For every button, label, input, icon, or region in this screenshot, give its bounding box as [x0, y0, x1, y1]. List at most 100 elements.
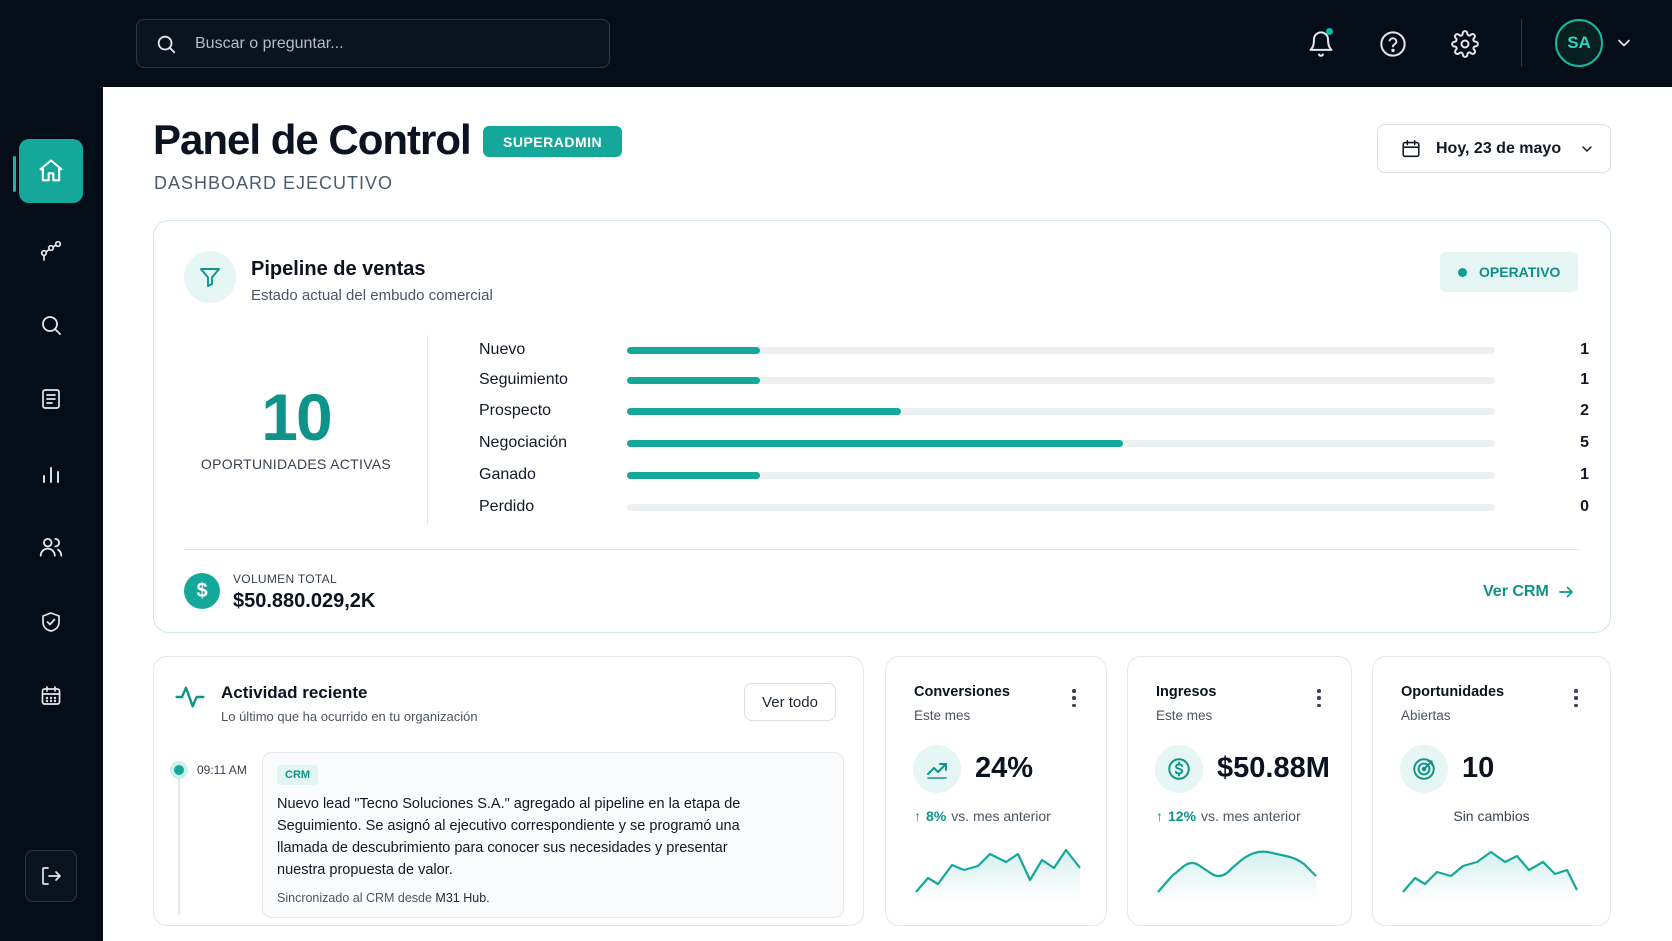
stage-track [627, 376, 1495, 384]
kpi-card-conversions: Conversiones Este mes 24% ↑ 8% vs. mes ant… [885, 656, 1107, 926]
stage-name: Seguimiento [479, 371, 568, 388]
pipeline-title: Pipeline de ventas [251, 258, 426, 280]
timeline-dot [170, 761, 188, 779]
stage-name: Negociación [479, 434, 568, 451]
sidebar-item-documents[interactable] [19, 367, 83, 431]
volume-value: $50.880.029,2K [233, 590, 376, 612]
sidebar [0, 87, 103, 941]
kpi-delta: ↑ 12% vs. mes anterior [1156, 808, 1301, 824]
stage-track [627, 346, 1495, 354]
bell-icon[interactable] [1301, 24, 1341, 64]
pipeline-subtitle: Estado actual del embudo comercial [251, 287, 493, 304]
sidebar-item-home[interactable] [19, 139, 83, 203]
logout-icon [42, 867, 61, 885]
more-options-icon[interactable] [1311, 687, 1327, 709]
funnel-icon [184, 251, 236, 303]
stage-row[interactable]: Prospecto 2 [479, 399, 1589, 423]
search-input[interactable] [195, 34, 575, 53]
activity-icon [175, 686, 205, 708]
arrow-up-icon: ↑ [914, 808, 921, 824]
help-icon[interactable] [1373, 24, 1413, 64]
top-bar: SA [0, 0, 1672, 87]
status-dot [1458, 267, 1467, 277]
kpi-value: $50.88M [1217, 752, 1330, 784]
ver-todo-button[interactable]: Ver todo [744, 683, 836, 721]
kpi-subtitle: Este mes [1156, 708, 1213, 723]
kpi-title: Ingresos [1156, 684, 1217, 700]
total-opportunities: 10 [261, 380, 332, 454]
stage-row[interactable]: Seguimiento 1 [479, 368, 1589, 392]
arrow-right-icon [1558, 586, 1573, 598]
sidebar-item-search[interactable] [19, 293, 83, 357]
sidebar-item-security[interactable] [19, 590, 83, 654]
ver-crm-link[interactable]: Ver CRM [1483, 583, 1575, 601]
page-title: Panel de Control [153, 116, 472, 163]
notification-dot [1326, 28, 1333, 35]
sparkline [1157, 850, 1317, 900]
stage-row[interactable]: Ganado 1 [479, 463, 1589, 487]
search-icon [157, 35, 176, 53]
activity-title: Actividad reciente [221, 683, 368, 702]
kpi-note: Sin cambios [1453, 808, 1530, 824]
more-options-icon[interactable] [1568, 687, 1584, 709]
kpi-delta: ↑ 8% vs. mes anterior [914, 808, 1051, 824]
stage-count: 5 [1580, 434, 1589, 451]
kpi-subtitle: Abiertas [1401, 708, 1451, 723]
total-opportunities-label: OPORTUNIDADES ACTIVAS [200, 456, 392, 472]
chevron-down-icon[interactable] [1614, 33, 1634, 53]
search-icon [42, 316, 61, 335]
logout-button[interactable] [25, 850, 77, 902]
stage-row[interactable]: Negociación 5 [479, 431, 1589, 455]
date-picker[interactable]: Hoy, 23 de mayo [1377, 124, 1611, 173]
sidebar-item-reports[interactable] [19, 442, 83, 506]
stage-track [627, 439, 1495, 447]
topbar-divider [1521, 19, 1522, 67]
sidebar-item-users[interactable] [19, 515, 83, 579]
chart-icon [43, 467, 59, 483]
stage-fill [627, 346, 760, 354]
stage-count: 0 [1580, 498, 1589, 515]
active-indicator [13, 156, 16, 192]
avatar[interactable]: SA [1555, 19, 1603, 67]
role-badge: SUPERADMIN [483, 126, 623, 157]
kpi-subtitle: Este mes [914, 708, 971, 723]
gear-icon[interactable] [1445, 24, 1485, 64]
activity-text: Nuevo lead "Tecno Soluciones S.A." agreg… [277, 796, 741, 878]
document-icon [42, 389, 60, 409]
more-options-icon[interactable] [1066, 687, 1082, 709]
stage-fill [627, 439, 1124, 447]
status-badge: OPERATIVO [1440, 252, 1579, 292]
activity-item[interactable]: CRM Nuevo lead "Tecno Soluciones S.A." a… [262, 752, 844, 918]
stage-track [627, 503, 1495, 511]
arrow-up-icon: ↑ [1156, 808, 1163, 824]
stage-name: Prospecto [479, 402, 552, 419]
stage-name: Perdido [479, 498, 535, 515]
activity-time: 09:11 AM [197, 763, 247, 777]
calendar-icon [1402, 139, 1420, 157]
kpi-title: Oportunidades [1401, 684, 1505, 700]
page-subtitle: DASHBOARD EJECUTIVO [154, 173, 394, 193]
activity-card: Actividad reciente Lo último que ha ocur… [153, 656, 864, 926]
users-icon [39, 537, 63, 557]
pipeline-icon [40, 240, 62, 261]
kpi-value: 10 [1462, 752, 1495, 784]
activity-subtitle: Lo último que ha ocurrido en tu organiza… [221, 709, 478, 724]
stage-row[interactable]: Nuevo 1 [479, 338, 1589, 362]
stage-count: 2 [1580, 402, 1589, 419]
activity-source: M31 Hub. [435, 891, 490, 905]
sparkline [915, 848, 1081, 900]
stage-row[interactable]: Perdido 0 [479, 495, 1589, 519]
sidebar-item-calendar[interactable] [19, 664, 83, 728]
sidebar-item-pipeline[interactable] [19, 219, 83, 283]
stage-fill [627, 471, 760, 479]
stage-name: Nuevo [479, 341, 526, 358]
target-icon [1400, 745, 1448, 793]
search-box[interactable] [136, 19, 610, 68]
date-label: Hoy, 23 de mayo [1436, 139, 1562, 157]
divider [184, 549, 1580, 550]
activity-footer: Sincronizado al CRM desde M31 Hub. [277, 891, 490, 905]
stage-name: Ganado [479, 466, 536, 483]
stage-track [627, 471, 1495, 479]
divider [427, 335, 428, 525]
chevron-down-icon [1582, 145, 1592, 152]
